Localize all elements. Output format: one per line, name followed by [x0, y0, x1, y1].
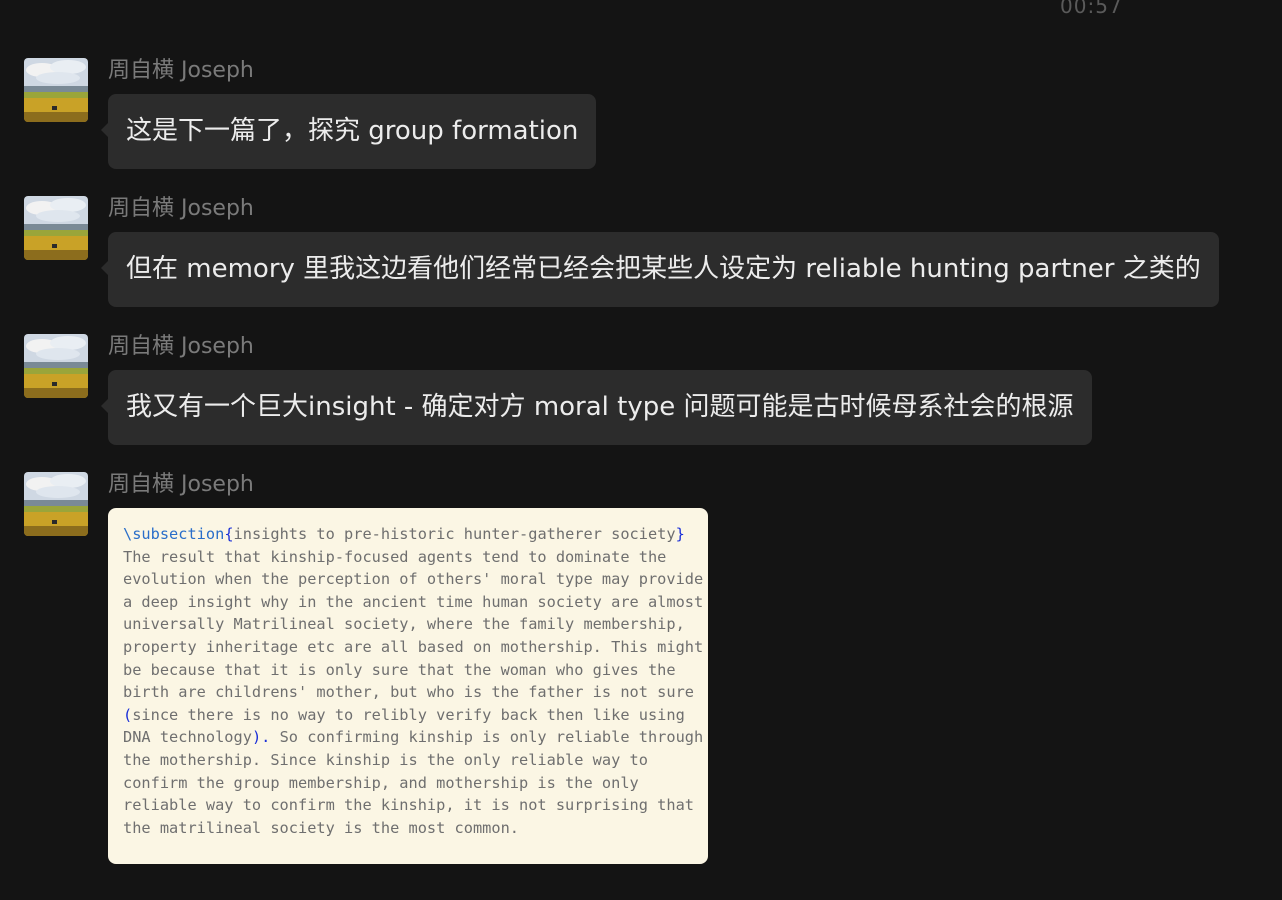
code-line: the matrilineal society is the most comm…: [123, 818, 520, 837]
sender-name[interactable]: 周自横 Joseph: [108, 194, 254, 224]
code-line: reliable way to confirm the kinship, it …: [123, 796, 694, 815]
code-line: the mothership. Since kinship is the onl…: [123, 750, 648, 769]
message-bubble[interactable]: 我又有一个巨大insight - 确定对方 moral type 问题可能是古时…: [101, 370, 1092, 445]
code-snippet-card[interactable]: \subsection{insights to pre-historic hun…: [108, 508, 708, 864]
code-line: be because that it is only sure that the…: [123, 660, 676, 679]
code-line: birth are childrens' mother, but who is …: [123, 683, 694, 702]
code-line: a deep insight why in the ancient time h…: [123, 592, 704, 611]
code-line: universally Matrilineal society, where t…: [123, 615, 685, 634]
avatar[interactable]: [24, 472, 88, 536]
sender-name[interactable]: 周自横 Joseph: [108, 56, 254, 86]
message-bubble[interactable]: 这是下一篇了，探究 group formation: [100, 94, 597, 169]
code-line: DNA technology: [123, 728, 252, 747]
code-line: The result that kinship-focused agents t…: [123, 547, 667, 566]
sender-name[interactable]: 周自横 Joseph: [108, 470, 254, 500]
latex-command: \subsection: [123, 525, 225, 543]
avatar[interactable]: [24, 334, 88, 398]
latex-heading: insights to pre-historic hunter-gatherer…: [233, 525, 676, 543]
code-line: property inheritage etc are all based on…: [123, 637, 704, 656]
code-paren-open: (: [123, 705, 133, 724]
avatar[interactable]: [24, 196, 88, 260]
avatar[interactable]: [24, 58, 88, 122]
code-snippet-text: \subsection{insights to pre-historic hun…: [123, 523, 703, 839]
code-line: evolution when the perception of others'…: [123, 570, 704, 589]
code-line: since there is no way to relibly verify …: [132, 705, 685, 724]
code-line: confirm the group membership, and mother…: [123, 773, 639, 792]
message-bubble[interactable]: 但在 memory 里我这边看他们经常已经会把某些人设定为 reliable h…: [101, 232, 1219, 307]
latex-brace-open: {: [224, 525, 234, 543]
latex-brace-close: }: [675, 525, 685, 543]
chat-history: 00:57 周自横 Joseph 这是下一篇了，探究 group formati…: [0, 0, 1282, 900]
sender-name[interactable]: 周自横 Joseph: [108, 332, 254, 362]
code-paren-close: ).: [251, 728, 271, 747]
code-line: So confirming kinship is only reliable t…: [270, 728, 704, 747]
message-timestamp: 00:57: [1060, 0, 1123, 18]
